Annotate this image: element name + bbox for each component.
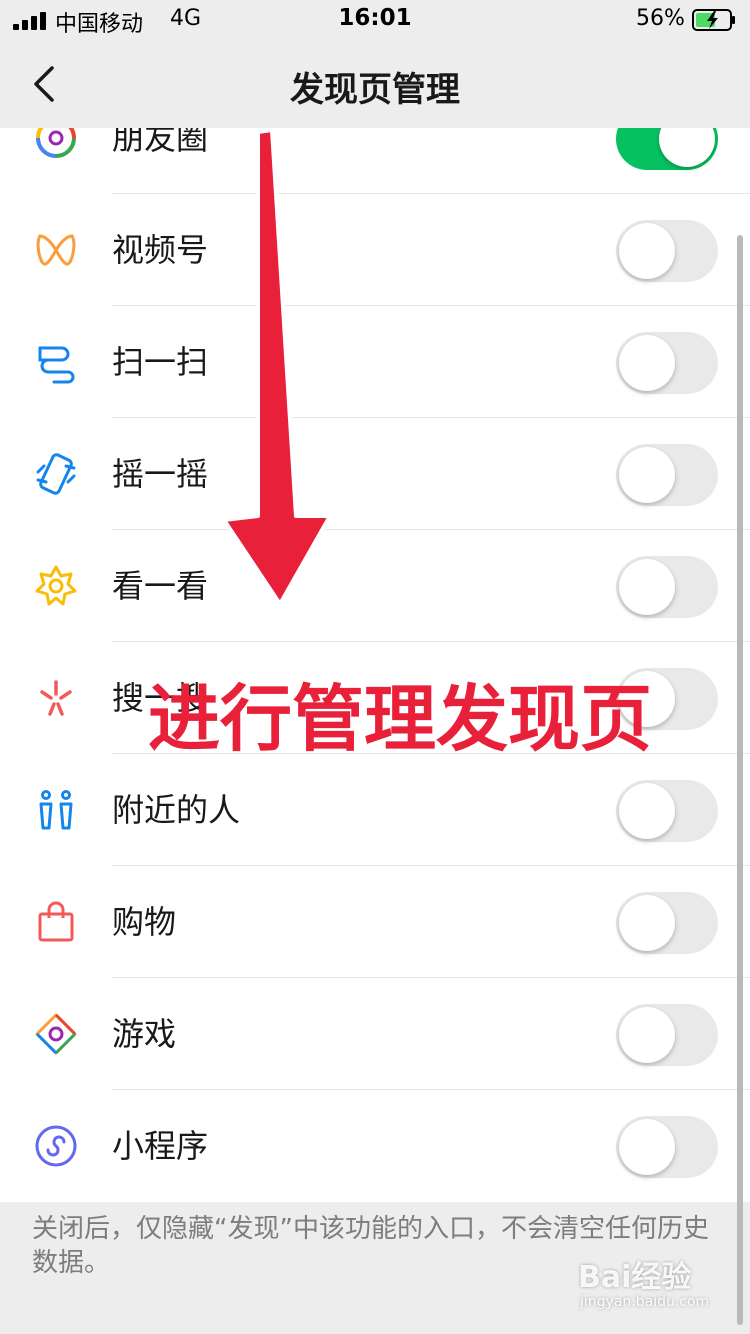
annotation-text: 进行管理发现页 <box>148 677 653 761</box>
setting-row-shake[interactable]: 摇一摇 <box>0 418 750 530</box>
setting-label: 视频号 <box>112 231 209 269</box>
toggle-knob <box>619 223 675 279</box>
scrollbar[interactable] <box>737 235 743 1325</box>
toggle-knob <box>619 1007 675 1063</box>
toggle-switch-off[interactable] <box>616 332 718 394</box>
setting-label: 小程序 <box>112 1127 209 1165</box>
setting-row-shopping[interactable]: 购物 <box>0 866 750 978</box>
toggle-knob <box>619 447 675 503</box>
scan-icon <box>38 346 75 384</box>
setting-label: 扫一扫 <box>112 343 209 381</box>
setting-label: 游戏 <box>112 1015 177 1053</box>
setting-row-channels[interactable]: 视频号 <box>0 194 750 306</box>
annotation-arrow-icon <box>222 128 332 606</box>
discover-settings-list: 朋友圈 视频号 扫一扫 摇一摇 看一看 搜一搜 附近的人 购物 游戏 小程序 <box>0 82 750 1202</box>
setting-label: 摇一摇 <box>112 455 209 493</box>
setting-row-games[interactable]: 游戏 <box>0 978 750 1090</box>
header: 中国移动 4G 16:01 56% 发现页管理 <box>0 0 750 128</box>
navigation-bar: 发现页管理 <box>0 40 750 128</box>
toggle-switch-off[interactable] <box>616 444 718 506</box>
shopping-bag-icon <box>38 901 74 942</box>
people-nearby-icon <box>39 790 73 830</box>
toggle-knob <box>619 559 675 615</box>
status-bar: 中国移动 4G 16:01 56% <box>0 0 750 40</box>
toggle-knob <box>619 895 675 951</box>
page-title: 发现页管理 <box>290 70 460 110</box>
setting-row-top-stories[interactable]: 看一看 <box>0 530 750 642</box>
channels-icon <box>36 234 76 266</box>
games-icon <box>35 1013 77 1055</box>
toggle-switch-off[interactable] <box>616 1004 718 1066</box>
toggle-switch-off[interactable] <box>616 556 718 618</box>
battery-percentage: 56% <box>636 6 685 31</box>
setting-row-scan[interactable]: 扫一扫 <box>0 306 750 418</box>
setting-row-people-nearby[interactable]: 附近的人 <box>0 754 750 866</box>
battery-charging-icon <box>692 9 735 31</box>
search-icon <box>40 680 72 716</box>
baidu-jingyan-watermark: Bai经验 jingyan.baidu.com <box>578 1250 718 1320</box>
toggle-switch-off[interactable] <box>616 780 718 842</box>
setting-label: 附近的人 <box>112 791 241 829</box>
toggle-knob <box>619 783 675 839</box>
setting-label: 看一看 <box>112 567 209 605</box>
setting-label: 购物 <box>112 903 177 941</box>
toggle-switch-off[interactable] <box>616 220 718 282</box>
toggle-switch-off[interactable] <box>616 892 718 954</box>
toggle-switch-off[interactable] <box>616 1116 718 1178</box>
setting-row-mini-programs[interactable]: 小程序 <box>0 1090 750 1202</box>
top-stories-icon <box>35 565 77 606</box>
shake-icon <box>36 453 76 495</box>
mini-programs-icon <box>35 1125 77 1167</box>
watermark-url: jingyan.baidu.com <box>580 1294 710 1310</box>
watermark-brand: Bai经验 <box>578 1260 692 1295</box>
toggle-knob <box>619 335 675 391</box>
toggle-knob <box>619 1119 675 1175</box>
